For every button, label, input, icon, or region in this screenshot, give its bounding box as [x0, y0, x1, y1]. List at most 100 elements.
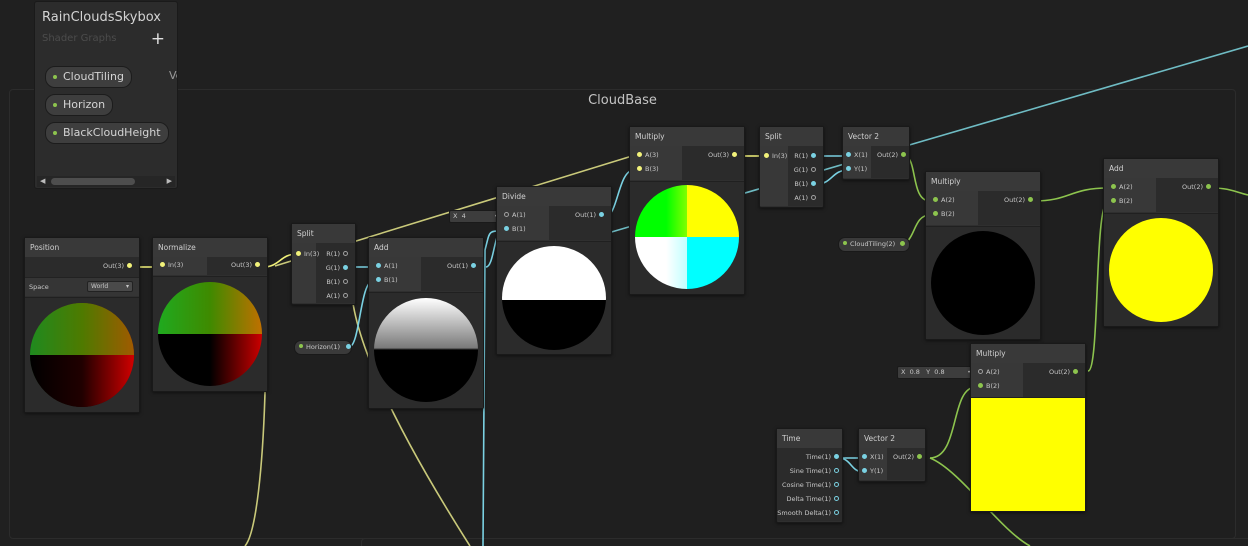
preview-sphere	[635, 185, 739, 289]
output-port[interactable]	[1206, 183, 1211, 189]
port-label: B(2)	[941, 210, 955, 218]
port-label: A(1)	[794, 194, 808, 202]
input-port[interactable]	[846, 165, 851, 171]
node-add-2[interactable]: Add A(2) B(2) Out(2)	[1103, 158, 1219, 327]
node-vector2-a[interactable]: Vector 2 X(1) Y(1) Out(2)	[842, 126, 910, 180]
output-port[interactable]	[834, 495, 839, 501]
output-port[interactable]	[901, 151, 906, 157]
output-port[interactable]	[127, 262, 132, 268]
input-port[interactable]	[862, 467, 867, 473]
node-multiply-3[interactable]: Multiply A(2) B(2) Out(2)	[970, 343, 1086, 512]
input-port[interactable]	[504, 211, 509, 217]
node-preview	[971, 397, 1085, 511]
node-title: Multiply	[630, 127, 744, 146]
output-port[interactable]	[1028, 196, 1033, 202]
output-port[interactable]	[900, 240, 906, 246]
output-port[interactable]	[732, 151, 737, 157]
input-port[interactable]	[978, 382, 983, 388]
space-dropdown[interactable]: World ▾	[87, 281, 133, 292]
preview-sphere	[1109, 218, 1213, 322]
node-preview	[369, 292, 483, 408]
node-multiply-2[interactable]: Multiply A(2) B(2) Out(2)	[925, 171, 1041, 340]
shader-graph-canvas[interactable]: CloudBase Position Out(3) Space World ▾ …	[0, 0, 1248, 546]
node-multiply-1[interactable]: Multiply A(3) B(3) Out(3)	[629, 126, 745, 295]
node-normalize[interactable]: Normalize In(3) Out(3)	[152, 237, 268, 392]
input-port[interactable]	[1111, 197, 1116, 203]
node-add-1[interactable]: Add A(1) B(1) Out(1)	[368, 237, 484, 409]
scroll-left-icon[interactable]: ◀	[40, 177, 45, 186]
port-label: A(1)	[512, 211, 526, 219]
horizontal-scrollbar[interactable]: ◀ ▶	[37, 176, 175, 187]
input-port[interactable]	[862, 453, 867, 459]
output-port[interactable]	[471, 262, 476, 268]
input-port[interactable]	[637, 165, 642, 171]
input-port[interactable]	[296, 250, 301, 256]
output-port[interactable]	[343, 292, 348, 298]
blackboard-property-cloudtiling[interactable]: CloudTiling	[45, 66, 132, 88]
input-port[interactable]	[504, 225, 509, 231]
node-vector2-b[interactable]: Vector 2 X(1) Y(1) Out(2)	[858, 428, 926, 482]
node-split-2[interactable]: Split In(3) R(1) G(1) B(1) A(1)	[759, 126, 824, 208]
property-node-cloudtiling[interactable]: CloudTiling(2)	[838, 237, 910, 252]
output-port[interactable]	[811, 166, 816, 172]
output-port[interactable]	[834, 481, 839, 487]
blackboard-property-horizon[interactable]: Horizon	[45, 94, 114, 116]
input-port[interactable]	[376, 276, 381, 282]
port-label: A(1)	[326, 292, 340, 300]
node-title: Split	[760, 127, 823, 146]
input-port[interactable]	[376, 262, 381, 268]
port-label: Y(1)	[854, 165, 868, 173]
input-port[interactable]	[764, 152, 769, 158]
output-port[interactable]	[834, 467, 839, 473]
port-label: A(2)	[1119, 183, 1133, 191]
output-port[interactable]	[343, 278, 348, 284]
port-label: Out(2)	[1182, 183, 1203, 191]
property-type-label: Ve	[169, 69, 177, 82]
group-blending-clouds[interactable]	[361, 538, 1248, 546]
output-port[interactable]	[599, 211, 604, 217]
input-port[interactable]	[846, 151, 851, 157]
output-port[interactable]	[343, 264, 348, 270]
plus-icon[interactable]: +	[151, 29, 165, 49]
output-port[interactable]	[343, 250, 348, 256]
input-port[interactable]	[978, 368, 983, 374]
node-split-1[interactable]: Split In(3) R(1) G(1) B(1) A(1)	[291, 223, 356, 305]
port-label: X(1)	[854, 151, 868, 159]
input-port[interactable]	[160, 261, 165, 267]
output-port[interactable]	[811, 152, 816, 158]
node-position[interactable]: Position Out(3) Space World ▾	[24, 237, 140, 413]
output-port[interactable]	[255, 261, 260, 267]
output-port[interactable]	[811, 180, 816, 186]
node-title: Add	[1104, 159, 1218, 178]
port-label: Y(1)	[870, 467, 884, 475]
blackboard-property-blackcloudheight[interactable]: BlackCloudHeight	[45, 122, 169, 144]
scroll-right-icon[interactable]: ▶	[167, 177, 172, 186]
scrollbar-thumb[interactable]	[51, 178, 135, 185]
node-divide[interactable]: Divide A(1) B(1) Out(1)	[496, 186, 612, 355]
port-label: A(3)	[645, 151, 659, 159]
input-port[interactable]	[933, 210, 938, 216]
node-time[interactable]: Time Time(1) Sine Time(1) Cosine Time(1)…	[776, 428, 843, 523]
property-node-horizon[interactable]: Horizon(1)	[294, 340, 352, 355]
output-port[interactable]	[834, 453, 839, 459]
input-port[interactable]	[933, 196, 938, 202]
preview-sphere	[374, 298, 478, 402]
property-label: BlackCloudHeight	[63, 126, 161, 139]
divide-a-field[interactable]: X 4•	[449, 210, 501, 223]
blackboard-subtitle: Shader Graphs	[42, 33, 117, 44]
blackboard-panel[interactable]: RainCloudsSkybox Shader Graphs + CloudTi…	[34, 1, 178, 189]
property-label: Horizon(1)	[306, 343, 341, 351]
multiply3-b-field[interactable]: X 0.8 Y 0.8•	[897, 366, 975, 379]
output-port[interactable]	[917, 453, 922, 459]
preview-sphere	[931, 231, 1035, 335]
output-port[interactable]	[834, 509, 839, 515]
port-label: R(1)	[326, 250, 340, 258]
input-port[interactable]	[1111, 183, 1116, 189]
input-port[interactable]	[637, 151, 642, 157]
node-title: Multiply	[926, 172, 1040, 191]
output-port[interactable]	[1073, 368, 1078, 374]
output-port[interactable]	[811, 194, 816, 200]
output-port[interactable]	[346, 343, 352, 349]
port-label: Out(1)	[575, 211, 596, 219]
property-label: CloudTiling	[63, 70, 124, 83]
